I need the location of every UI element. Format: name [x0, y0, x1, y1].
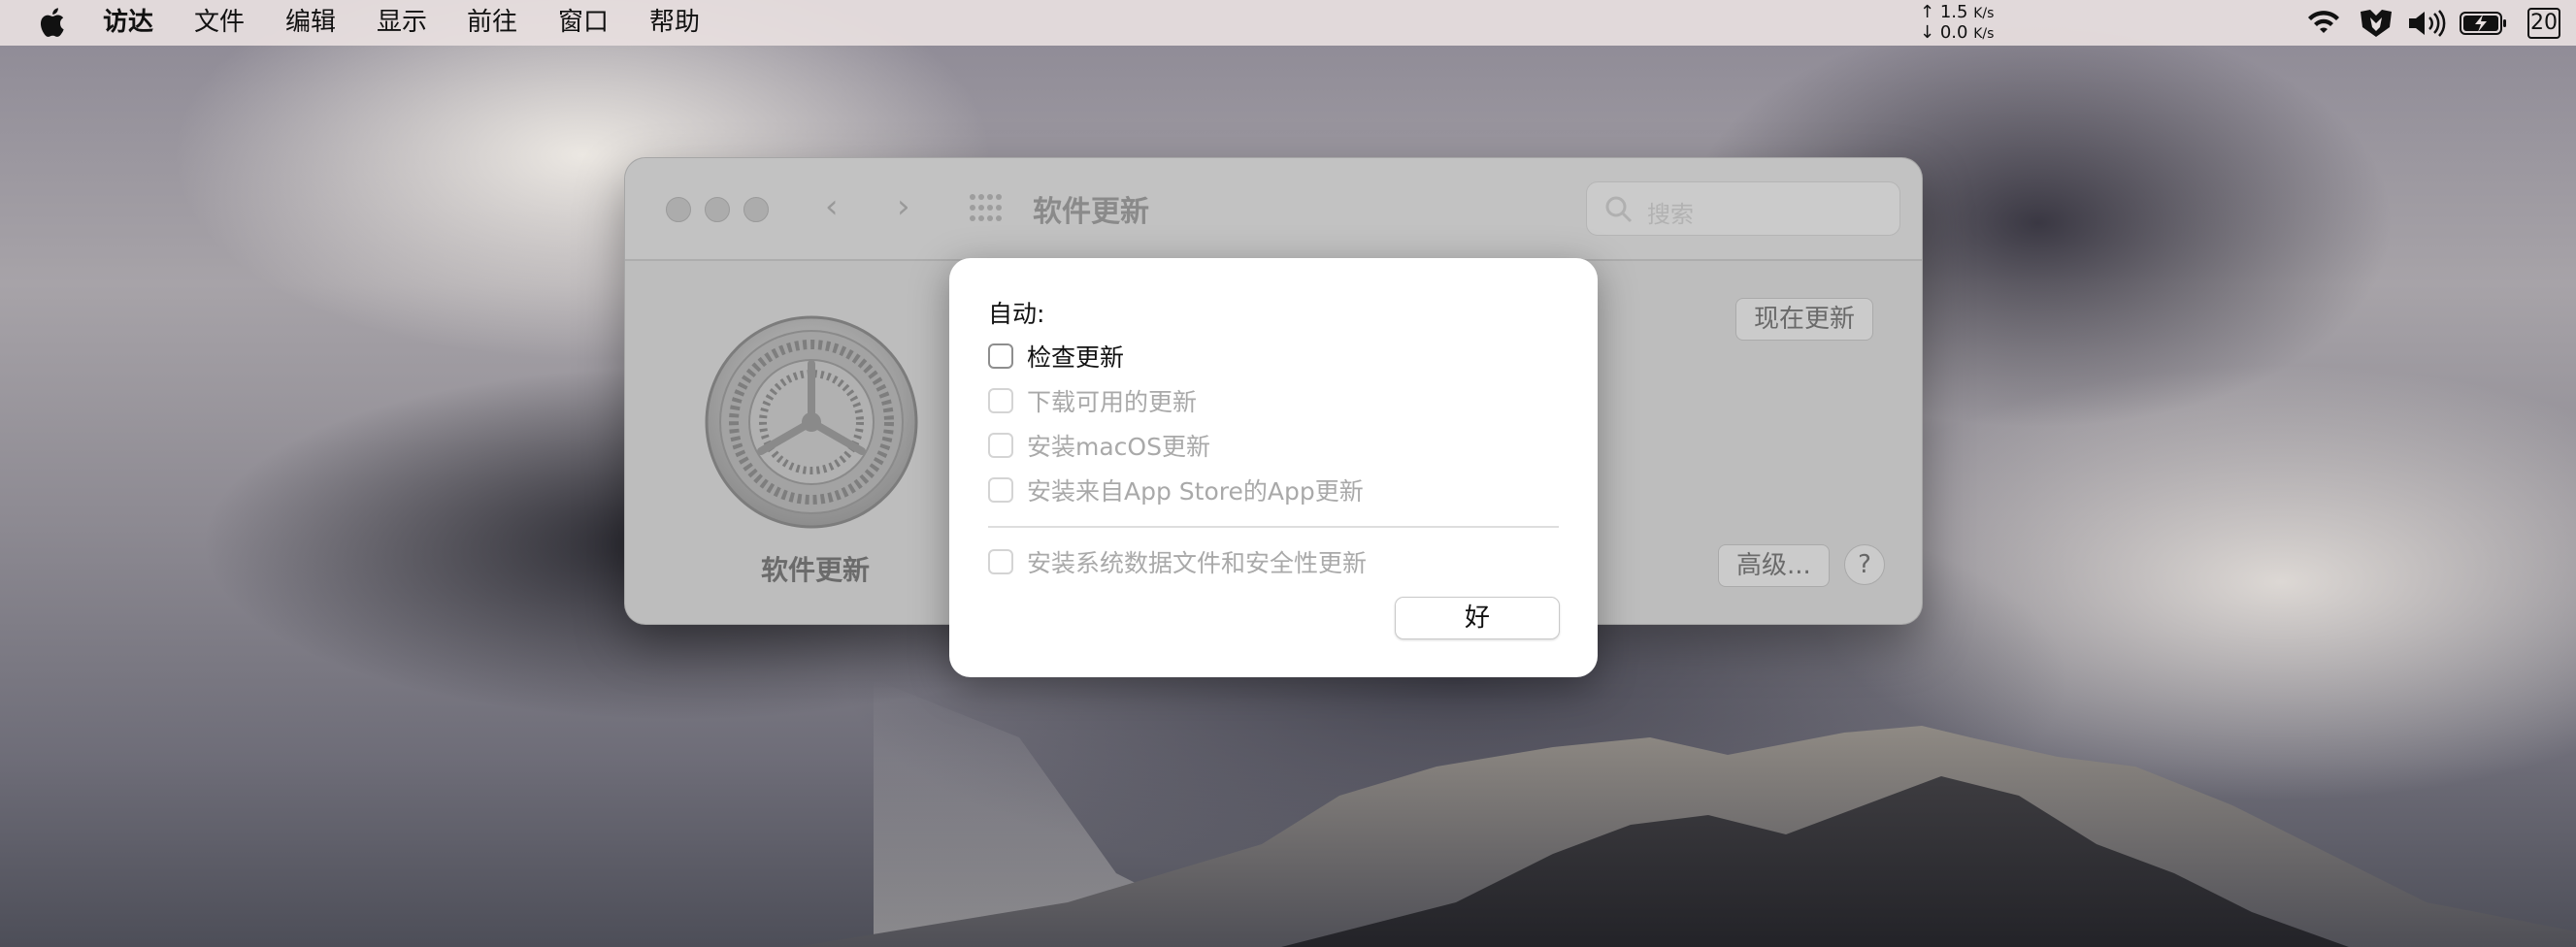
menu-file[interactable]: 文件 [194, 6, 245, 39]
option-label: 检查更新 [1027, 343, 1125, 372]
window-title: 软件更新 [1033, 195, 1149, 229]
upload-speed: ↑ 1.5 K/s [1920, 2, 1995, 22]
menu-help[interactable]: 帮助 [649, 6, 700, 39]
option-install-macos-updates: 安装macOS更新 [988, 429, 1210, 462]
checkbox[interactable] [988, 343, 1013, 369]
sheet-title: 自动: [988, 300, 1045, 328]
pane-label: 软件更新 [761, 554, 871, 586]
search-field[interactable]: 搜索 [1586, 181, 1900, 236]
checkbox [988, 433, 1013, 458]
window-toolbar: ‹ › 软件更新 搜索 [625, 158, 1922, 261]
forward-arrow-icon[interactable]: › [897, 187, 910, 226]
option-install-security-updates: 安装系统数据文件和安全性更新 [988, 545, 1367, 578]
checkbox [988, 388, 1013, 413]
apple-logo-icon[interactable] [37, 5, 70, 40]
advanced-button[interactable]: 高级... [1718, 544, 1830, 587]
checkbox [988, 549, 1013, 574]
wifi-icon[interactable] [2306, 10, 2341, 37]
option-label: 安装来自App Store的App更新 [1027, 477, 1364, 506]
menu-window[interactable]: 窗口 [558, 6, 609, 39]
help-button[interactable]: ? [1844, 544, 1885, 585]
update-now-button[interactable]: 现在更新 [1735, 298, 1874, 341]
calendar-date-icon[interactable]: 20 [2527, 8, 2560, 39]
menu-go[interactable]: 前往 [467, 6, 517, 39]
network-speed[interactable]: ↑ 1.5 K/s ↓ 0.0 K/s [1920, 3, 1994, 44]
search-icon [1605, 196, 1633, 223]
zoom-button[interactable] [743, 197, 769, 222]
option-download-updates: 下载可用的更新 [988, 384, 1197, 417]
option-label: 安装系统数据文件和安全性更新 [1027, 549, 1368, 577]
ok-button[interactable]: 好 [1395, 597, 1560, 639]
option-label: 安装macOS更新 [1027, 433, 1210, 461]
battery-charging-icon[interactable] [2460, 12, 2508, 35]
option-install-app-store-updates: 安装来自App Store的App更新 [988, 474, 1364, 506]
software-update-gear-icon [705, 315, 918, 529]
checkbox [988, 477, 1013, 503]
download-speed: ↓ 0.0 K/s [1920, 22, 1995, 43]
automatic-updates-sheet: 自动: 检查更新 下载可用的更新 安装macOS更新 安装来自App Store… [949, 258, 1598, 677]
back-arrow-icon[interactable]: ‹ [825, 187, 839, 226]
shield-app-icon[interactable] [2359, 8, 2394, 39]
option-check-updates[interactable]: 检查更新 [988, 340, 1124, 373]
menu-finder[interactable]: 访达 [103, 6, 153, 39]
menu-view[interactable]: 显示 [377, 6, 427, 39]
minimize-button[interactable] [705, 197, 730, 222]
search-placeholder: 搜索 [1647, 201, 1694, 228]
option-label: 下载可用的更新 [1027, 388, 1198, 416]
divider [988, 526, 1559, 528]
volume-icon[interactable] [2407, 10, 2446, 37]
close-button[interactable] [666, 197, 691, 222]
menu-bar: 访达 文件 编辑 显示 前往 窗口 帮助 ↑ 1.5 K/s ↓ 0.0 K/s… [0, 0, 2576, 46]
menu-edit[interactable]: 编辑 [285, 6, 336, 39]
grid-view-icon[interactable] [969, 193, 1004, 222]
